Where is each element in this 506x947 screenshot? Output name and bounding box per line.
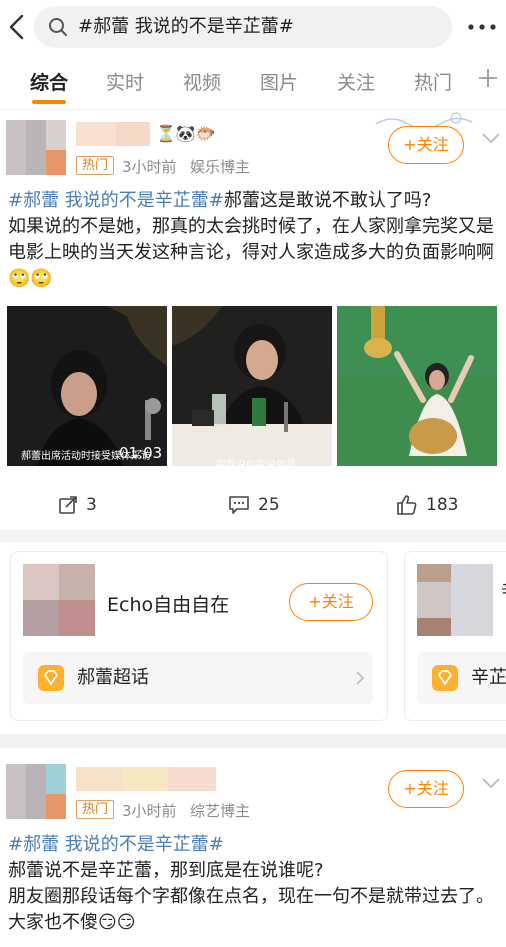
section-divider — [0, 530, 506, 542]
comment-icon — [229, 496, 249, 514]
hot-badge: 热门 — [76, 156, 115, 175]
repost-button[interactable]: 3 — [58, 492, 97, 518]
search-input[interactable]: #郝蕾 我说的不是辛芷蕾# — [34, 6, 452, 48]
comment-count: 25 — [258, 495, 280, 515]
hot-badge: 热门 — [76, 800, 115, 819]
post-category: 综艺博主 — [190, 802, 251, 820]
panda-icon: 🐼 — [175, 124, 196, 143]
top-bar: #郝蕾 我说的不是辛芷蕾# — [0, 0, 506, 54]
post-time: 3小时前 — [122, 158, 177, 176]
topic-link[interactable]: #郝蕾 我说的不是辛芷蕾# — [8, 832, 498, 858]
repost-count: 3 — [86, 495, 97, 515]
recommend-user-card[interactable]: Echo自由自在 +关注 郝蕾超话 — [10, 551, 388, 721]
back-arrow-icon[interactable] — [6, 12, 28, 42]
video-thumbnail[interactable]: 郝蕾出席活动时接受媒体采访 01:03 — [7, 306, 167, 466]
tab-hot[interactable]: 热门 — [414, 68, 452, 95]
follow-button[interactable]: +关注 — [289, 583, 373, 621]
supertopic-label: 辛芷 — [471, 667, 506, 688]
post-text: #郝蕾 我说的不是辛芷蕾#郝蕾这是敢说不敢认了吗? 如果说的不是她，那真的太会挑… — [8, 188, 500, 292]
post-text-rest: 如果说的不是她，那真的太会挑时候了，在人家刚拿完奖又是电影上映的当天发这种言论，… — [8, 216, 494, 289]
like-button[interactable]: 183 — [396, 492, 458, 518]
supertopic-chip[interactable]: 辛芷 — [417, 652, 506, 704]
chevron-down-icon[interactable] — [480, 776, 502, 790]
post-text-first: 郝蕾这是敢说不敢认了吗? — [223, 190, 432, 211]
post-text: #郝蕾 我说的不是辛芷蕾# 郝蕾说不是辛芷蕾，那到底是在说谁呢? 朋友圈那段话每… — [8, 832, 498, 936]
more-icon[interactable] — [464, 13, 500, 41]
supertopic-diamond-icon — [38, 665, 64, 691]
recommend-user-card[interactable]: 辛 辛芷 — [404, 551, 506, 721]
supertopic-label: 郝蕾超话 — [77, 667, 149, 688]
tab-images[interactable]: 图片 — [260, 68, 298, 95]
post-time: 3小时前 — [122, 802, 177, 820]
supertopic-chip[interactable]: 郝蕾超话 — [23, 652, 373, 704]
follow-button[interactable]: +关注 — [388, 126, 464, 164]
avatar[interactable] — [6, 120, 66, 175]
image-caption: 我我说的我说的是… — [216, 460, 306, 466]
username-blurred[interactable] — [76, 122, 150, 146]
avatar[interactable] — [417, 564, 493, 636]
post-category: 娱乐博主 — [190, 158, 251, 176]
tab-general[interactable]: 综合 — [30, 68, 68, 95]
tab-video[interactable]: 视频 — [183, 68, 221, 95]
add-tab-icon[interactable] — [476, 66, 500, 90]
hourglass-icon: ⏳ — [156, 124, 176, 143]
post-text-line: 郝蕾说不是辛芷蕾，那到底是在说谁呢? — [8, 860, 324, 881]
section-divider — [0, 734, 506, 748]
topic-link[interactable]: #郝蕾 我说的不是辛芷蕾# — [8, 190, 224, 211]
video-duration: 01:03 — [119, 444, 163, 462]
chevron-right-icon — [356, 671, 365, 685]
repost-icon — [59, 496, 77, 514]
comment-button[interactable]: 25 — [228, 492, 280, 518]
username-blurred[interactable] — [76, 767, 216, 791]
recommend-user-name[interactable]: Echo自由自在 — [107, 590, 229, 617]
like-count: 183 — [426, 495, 459, 515]
search-query: #郝蕾 我说的不是辛芷蕾# — [78, 16, 294, 37]
pufferfish-icon: 🐡 — [195, 124, 216, 143]
tab-bar: 综合 实时 视频 图片 关注 热门 — [0, 54, 506, 110]
image-thumbnail[interactable] — [337, 306, 497, 466]
avatar[interactable] — [23, 564, 95, 636]
post-text-line: 朋友圈那段话每个字都像在点名，现在一句不是就带过去了。大家也不傻😏😏 — [8, 886, 494, 933]
chevron-down-icon[interactable] — [480, 131, 502, 145]
image-thumbnail[interactable]: 我我说的我说的是… — [172, 306, 332, 466]
recommend-user-name[interactable]: 辛 — [501, 576, 506, 601]
follow-button[interactable]: +关注 — [388, 770, 464, 808]
user-badge-icons: ⏳🐼🐡 — [156, 124, 216, 143]
supertopic-diamond-icon — [432, 665, 458, 691]
tab-following[interactable]: 关注 — [337, 68, 375, 95]
thumbs-up-icon — [397, 495, 417, 515]
active-tab-indicator — [32, 100, 66, 104]
search-icon — [49, 18, 67, 36]
avatar[interactable] — [6, 764, 66, 819]
tab-realtime[interactable]: 实时 — [106, 68, 144, 95]
